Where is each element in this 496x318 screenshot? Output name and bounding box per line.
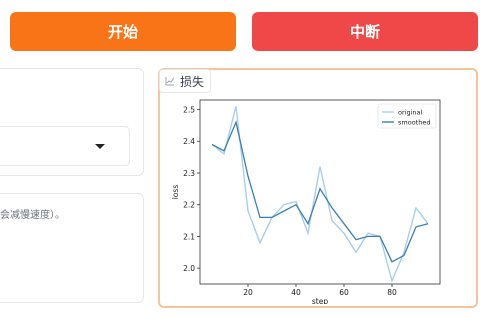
start-button[interactable]: 开始 — [10, 12, 236, 51]
legend-label-smoothed: smoothed — [398, 119, 430, 127]
hint-text: 会减慢速度）。 — [0, 210, 65, 221]
y-tick-label: 2.1 — [183, 232, 195, 241]
x-axis-label: step — [312, 297, 328, 304]
series-line-smoothed — [211, 120, 429, 263]
option-dropdown[interactable] — [0, 126, 130, 166]
x-tick-label: 20 — [243, 288, 253, 297]
series-line-original — [211, 106, 429, 283]
loss-chart: 2.0 2.1 2.2 2.3 2.4 2.5 20 40 60 80 step loss origin… — [171, 99, 441, 304]
x-tick-label: 80 — [387, 288, 397, 297]
y-tick-label: 2.3 — [183, 169, 195, 178]
plot-label-text: 损失 — [180, 74, 205, 89]
app-root: 开始 中断 会减慢速度）。 损失 2.0 2.1 2.2 2.3 2.4 2.5 20 40 6… — [0, 0, 496, 318]
x-tick-label: 40 — [291, 288, 301, 297]
chevron-down-icon — [95, 144, 105, 149]
stop-button[interactable]: 中断 — [252, 12, 478, 51]
x-tick-label: 60 — [339, 288, 349, 297]
y-tick-label: 2.4 — [183, 137, 195, 146]
y-tick-label: 2.5 — [183, 106, 195, 115]
y-tick-label: 2.0 — [183, 264, 195, 273]
plot-label: 损失 — [159, 69, 212, 93]
line-chart-icon — [165, 77, 175, 86]
y-tick-label: 2.2 — [183, 201, 195, 210]
legend-label-original: original — [398, 109, 422, 117]
y-axis-label: loss — [171, 185, 180, 200]
